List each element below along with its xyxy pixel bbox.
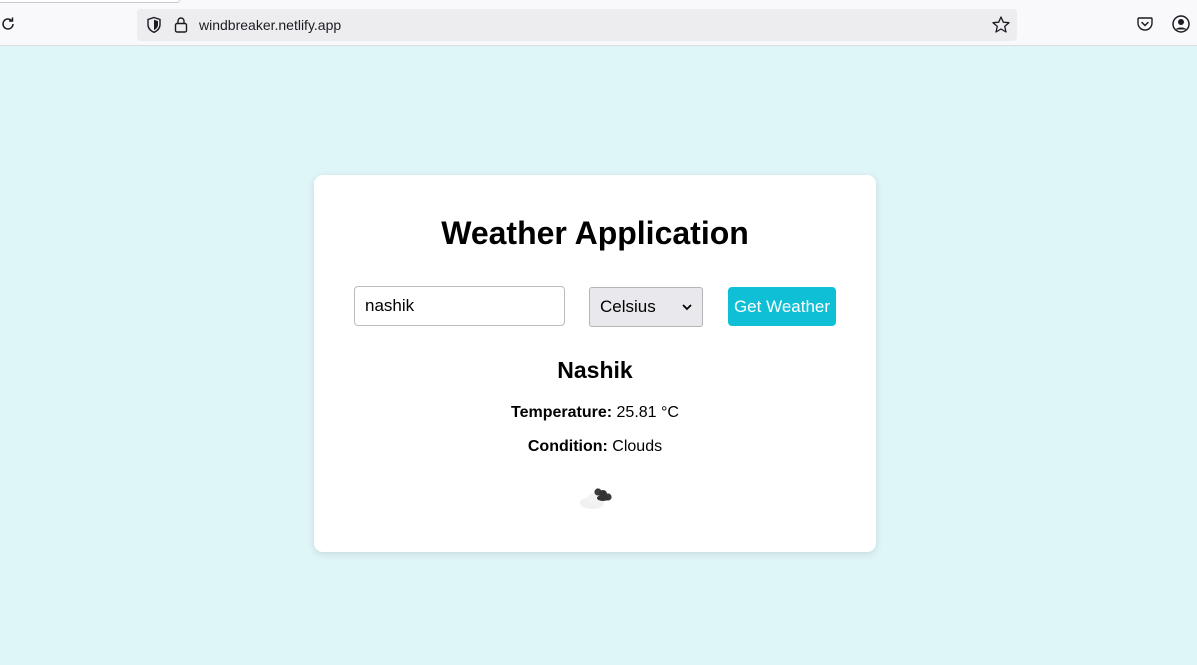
temperature-value: 25.81 °C	[616, 404, 679, 421]
pocket-icon[interactable]	[1136, 15, 1154, 33]
condition-value: Clouds	[612, 438, 663, 455]
url-text[interactable]: windbreaker.netlify.app	[199, 17, 341, 33]
temperature-line: Temperature: 25.81 °C	[314, 404, 876, 422]
address-bar[interactable]: windbreaker.netlify.app	[137, 9, 1017, 41]
reload-button[interactable]	[0, 13, 18, 35]
condition-label: Condition:	[527, 438, 608, 455]
reload-icon	[2, 17, 14, 30]
lock-icon[interactable]	[173, 16, 189, 34]
account-icon[interactable]	[1171, 14, 1191, 34]
clouds-icon	[580, 488, 612, 509]
tab-edge	[0, 0, 180, 3]
unit-select[interactable]: Celsius	[589, 287, 703, 327]
star-icon[interactable]	[991, 15, 1011, 35]
get-weather-button[interactable]: Get Weather	[728, 287, 836, 326]
chevron-down-icon	[682, 304, 692, 311]
city-input[interactable]	[354, 286, 565, 326]
condition-line: Condition: Clouds	[314, 438, 876, 456]
unit-select-value: Celsius	[600, 297, 656, 316]
browser-toolbar: windbreaker.netlify.app	[0, 0, 1197, 46]
page-title: Weather Application	[441, 215, 749, 251]
shield-icon[interactable]	[145, 16, 163, 34]
temperature-label: Temperature:	[511, 404, 613, 421]
weather-card: Weather Application Celsius Get Weather …	[314, 175, 876, 552]
city-name: Nashik	[557, 357, 633, 383]
